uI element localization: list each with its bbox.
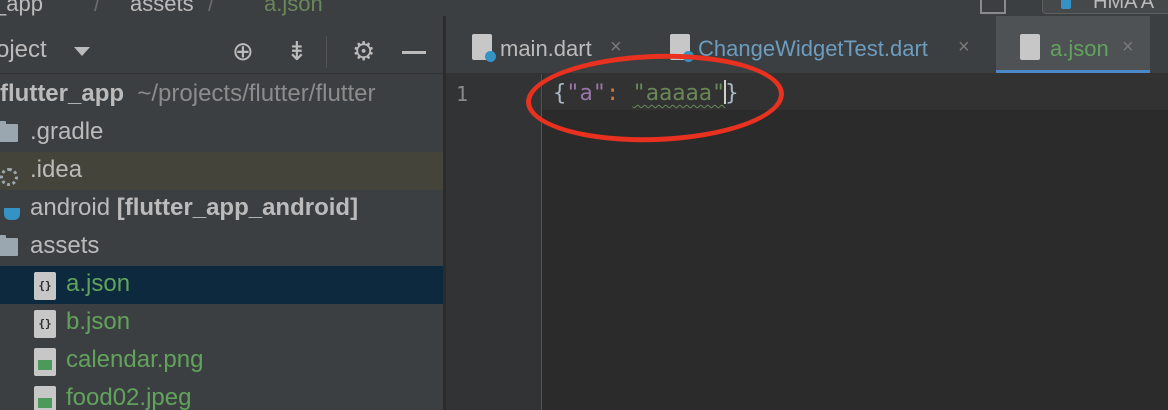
tree-item-gradle[interactable]: .gradle <box>0 114 443 152</box>
tree-item-label: calendar.png <box>66 346 204 373</box>
folder-icon <box>0 235 18 256</box>
breadcrumb-separator: / <box>94 0 101 16</box>
line-number: 1 <box>456 82 469 106</box>
settings-folder-icon <box>0 168 18 186</box>
tree-item-label: .gradle <box>30 118 104 145</box>
json-file-icon: {} <box>34 272 56 300</box>
editor-gutter: 1 <box>446 74 542 410</box>
tree-item-label: android <box>30 194 111 221</box>
run-icon[interactable] <box>980 0 1006 14</box>
project-panel-header: oject ⊕ ⇟ ⚙ <box>0 16 443 74</box>
image-file-icon <box>34 386 56 410</box>
tab-label: ChangeWidgetTest.dart <box>698 36 928 61</box>
tree-item-label: b.json <box>66 308 131 335</box>
tree-item-calendar-png[interactable]: calendar.png <box>0 342 443 380</box>
tree-item-flutter-app[interactable]: flutter_app ~/projects/flutter/flutter <box>0 76 443 114</box>
phone-icon <box>1061 0 1071 9</box>
image-file-icon <box>34 348 56 376</box>
breadcrumb-project[interactable]: _app <box>0 0 43 16</box>
editor-tab-bar: main.dart × ChangeWidgetTest.dart × a.js… <box>446 16 1168 74</box>
gear-icon[interactable]: ⚙ <box>352 38 375 64</box>
chevron-down-icon[interactable] <box>74 47 90 56</box>
breadcrumb-separator: / <box>208 0 215 16</box>
navigation-bar: _app / assets / a.json HMA A <box>0 0 1168 16</box>
tab-label: a.json <box>1050 36 1109 61</box>
toolbar-divider <box>326 36 327 68</box>
json-file-icon <box>1020 34 1040 60</box>
module-name: [flutter_app_android] <box>116 194 359 221</box>
project-panel: oject ⊕ ⇟ ⚙ flutter_app ~/projects/flutt… <box>0 16 444 410</box>
project-view-selector[interactable]: oject <box>0 36 47 64</box>
tree-item-path: ~/projects/flutter/flutter <box>137 80 376 107</box>
json-file-icon: {} <box>34 310 56 338</box>
tree-item-b-json[interactable]: {} b.json <box>0 304 443 342</box>
tree-item-label: a.json <box>66 270 131 297</box>
close-icon[interactable]: × <box>1122 36 1134 59</box>
tree-item-assets[interactable]: assets <box>0 228 443 266</box>
tab-label: main.dart <box>500 36 592 61</box>
tree-item-idea[interactable]: .idea <box>0 152 443 190</box>
android-module-icon <box>4 208 20 220</box>
device-selector[interactable]: HMA A <box>1042 0 1168 14</box>
hide-panel-icon[interactable] <box>402 51 426 54</box>
tree-item-a-json[interactable]: {} a.json <box>0 266 443 304</box>
tree-item-food02-jpeg[interactable]: food02.jpeg <box>0 380 443 410</box>
collapse-all-icon[interactable]: ⇟ <box>286 38 308 64</box>
locate-file-icon[interactable]: ⊕ <box>232 38 254 64</box>
tree-item-android[interactable]: android [flutter_app_android] <box>0 190 443 228</box>
close-icon[interactable]: × <box>610 36 622 59</box>
tree-item-label: food02.jpeg <box>66 384 192 410</box>
tab-a-json[interactable]: a.json × <box>996 16 1150 73</box>
breadcrumb-file[interactable]: a.json <box>264 0 323 16</box>
device-label: HMA A <box>1093 0 1155 13</box>
tree-item-label: assets <box>30 232 100 259</box>
breadcrumb-folder[interactable]: assets <box>130 0 194 16</box>
close-icon[interactable]: × <box>958 36 970 59</box>
tree-item-label: .idea <box>30 156 83 183</box>
folder-icon <box>0 121 18 142</box>
tree-item-label: flutter_app <box>0 80 125 107</box>
dart-file-icon <box>472 34 496 62</box>
